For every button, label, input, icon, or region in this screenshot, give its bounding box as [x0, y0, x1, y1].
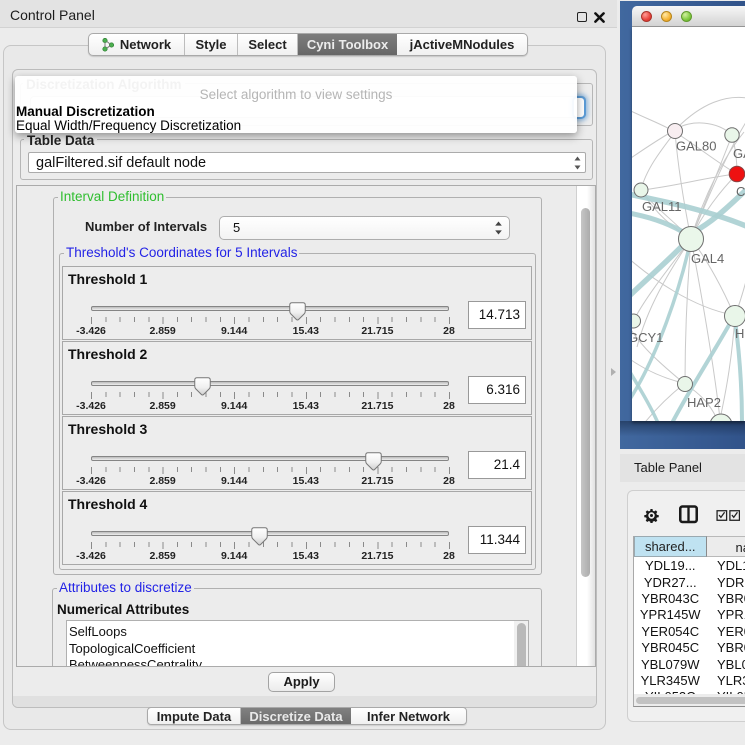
svg-text:GCY1: GCY1 — [632, 330, 663, 345]
svg-text:HAP2: HAP2 — [687, 395, 721, 410]
svg-text:H: H — [735, 326, 744, 341]
svg-text:GAL4: GAL4 — [691, 251, 724, 266]
svg-text:GAL11: GAL11 — [642, 199, 682, 214]
svg-text:C: C — [736, 184, 745, 199]
svg-text:GA: GA — [733, 146, 745, 161]
svg-text:GAL80: GAL80 — [676, 139, 716, 154]
